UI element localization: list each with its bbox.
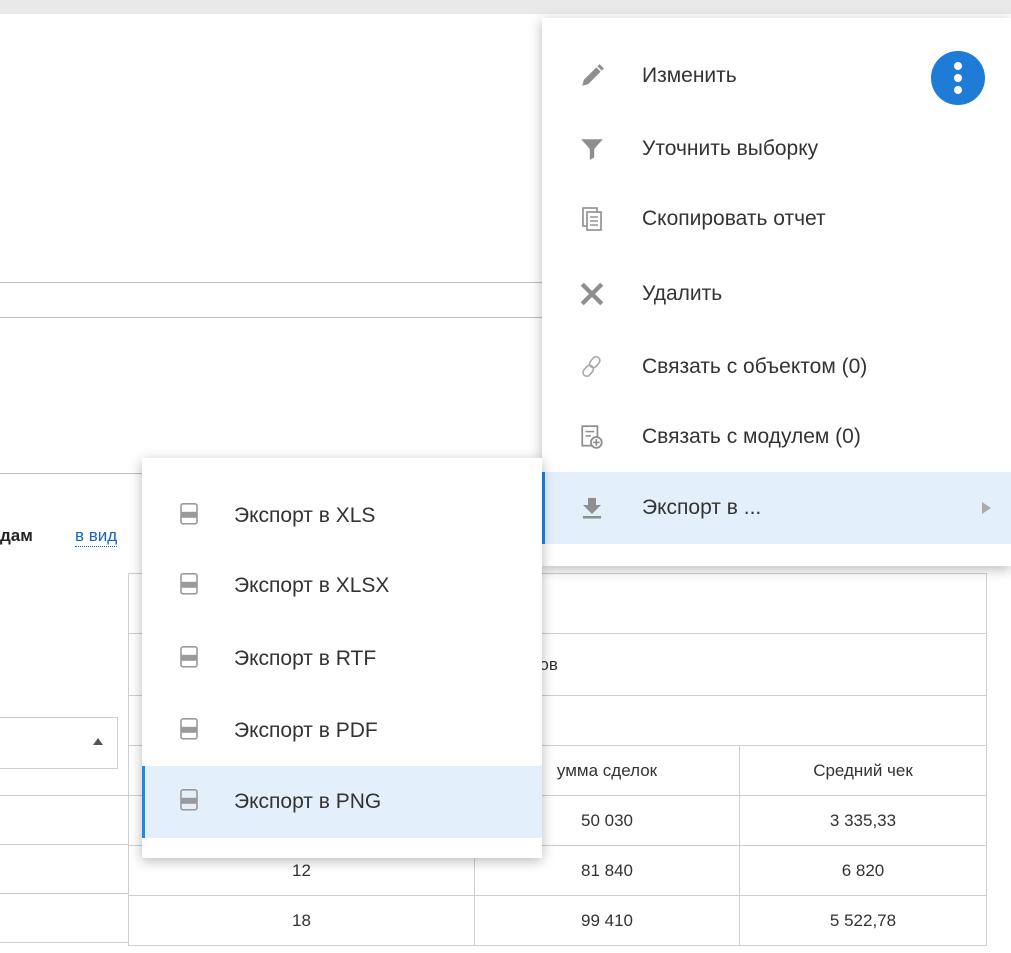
divider	[0, 473, 142, 474]
divider	[0, 317, 545, 318]
row-divider	[0, 893, 128, 894]
cell-sum: 99 410	[474, 895, 740, 946]
cell-avg: 6 820	[739, 845, 987, 896]
column-header-avg-check: Средний чек	[739, 745, 987, 796]
column-group-header: столбцов	[474, 633, 987, 696]
menu-item-copy-report[interactable]: Скопировать отчет	[542, 183, 1011, 255]
copy-icon	[578, 205, 606, 233]
menu-item-label: Изменить	[642, 64, 737, 87]
export-label: Экспорт в PNG	[234, 790, 382, 813]
chevron-right-icon	[982, 502, 991, 514]
link-icon	[578, 353, 606, 381]
file-icon	[178, 645, 200, 668]
export-rtf[interactable]: Экспорт в RTF	[142, 623, 542, 695]
menu-item-label: Связать с объектом (0)	[642, 355, 868, 378]
menu-item-label: Экспорт в ...	[642, 496, 762, 519]
export-pdf[interactable]: Экспорт в PDF	[142, 695, 542, 767]
export-label: Экспорт в RTF	[234, 647, 377, 670]
row-divider	[0, 844, 128, 845]
group-by-label: дам	[0, 526, 33, 545]
view-mode-link[interactable]: в вид	[75, 526, 118, 547]
pencil-icon	[578, 62, 606, 90]
total-header: того	[474, 695, 987, 746]
sort-select[interactable]	[0, 717, 118, 769]
close-icon	[578, 280, 606, 308]
file-icon	[178, 788, 200, 811]
cell-count: 18	[128, 895, 475, 946]
export-xls[interactable]: Экспорт в XLS	[142, 480, 542, 552]
row-divider	[0, 942, 128, 943]
table-header-cell	[474, 573, 987, 634]
cell-avg: 3 335,33	[739, 795, 987, 846]
export-xlsx[interactable]: Экспорт в XLSX	[142, 550, 542, 622]
actions-menu: Изменить Уточнить выборку Скопировать от…	[542, 18, 1011, 566]
menu-item-export[interactable]: Экспорт в ...	[542, 472, 1011, 544]
menu-item-refine-selection[interactable]: Уточнить выборку	[542, 113, 1011, 185]
download-icon	[578, 494, 606, 522]
table-row: 18 99 410 5 522,78	[128, 895, 987, 946]
menu-item-label: Удалить	[642, 282, 723, 305]
file-icon	[178, 717, 200, 740]
cell-avg: 5 522,78	[739, 895, 987, 946]
export-label: Экспорт в XLSX	[234, 574, 390, 597]
menu-item-edit[interactable]: Изменить	[542, 40, 1011, 112]
row-divider	[0, 795, 128, 796]
menu-item-link-module[interactable]: Связать с модулем (0)	[542, 401, 1011, 473]
export-label: Экспорт в PDF	[234, 719, 378, 742]
export-png[interactable]: Экспорт в PNG	[142, 766, 542, 838]
top-bar	[0, 0, 1011, 14]
module-link-icon	[578, 423, 606, 451]
divider	[0, 282, 545, 283]
menu-item-label: Связать с модулем (0)	[642, 425, 861, 448]
menu-item-label: Уточнить выборку	[642, 137, 819, 160]
menu-item-link-object[interactable]: Связать с объектом (0)	[542, 331, 1011, 403]
menu-item-delete[interactable]: Удалить	[542, 258, 1011, 330]
export-label: Экспорт в XLS	[234, 504, 376, 527]
menu-item-label: Скопировать отчет	[642, 207, 826, 230]
file-icon	[178, 572, 200, 595]
chevron-up-icon	[93, 738, 103, 745]
file-icon	[178, 502, 200, 525]
export-submenu: Экспорт в XLS Экспорт в XLSX Экспорт в R…	[142, 458, 542, 858]
filter-icon	[578, 135, 606, 163]
